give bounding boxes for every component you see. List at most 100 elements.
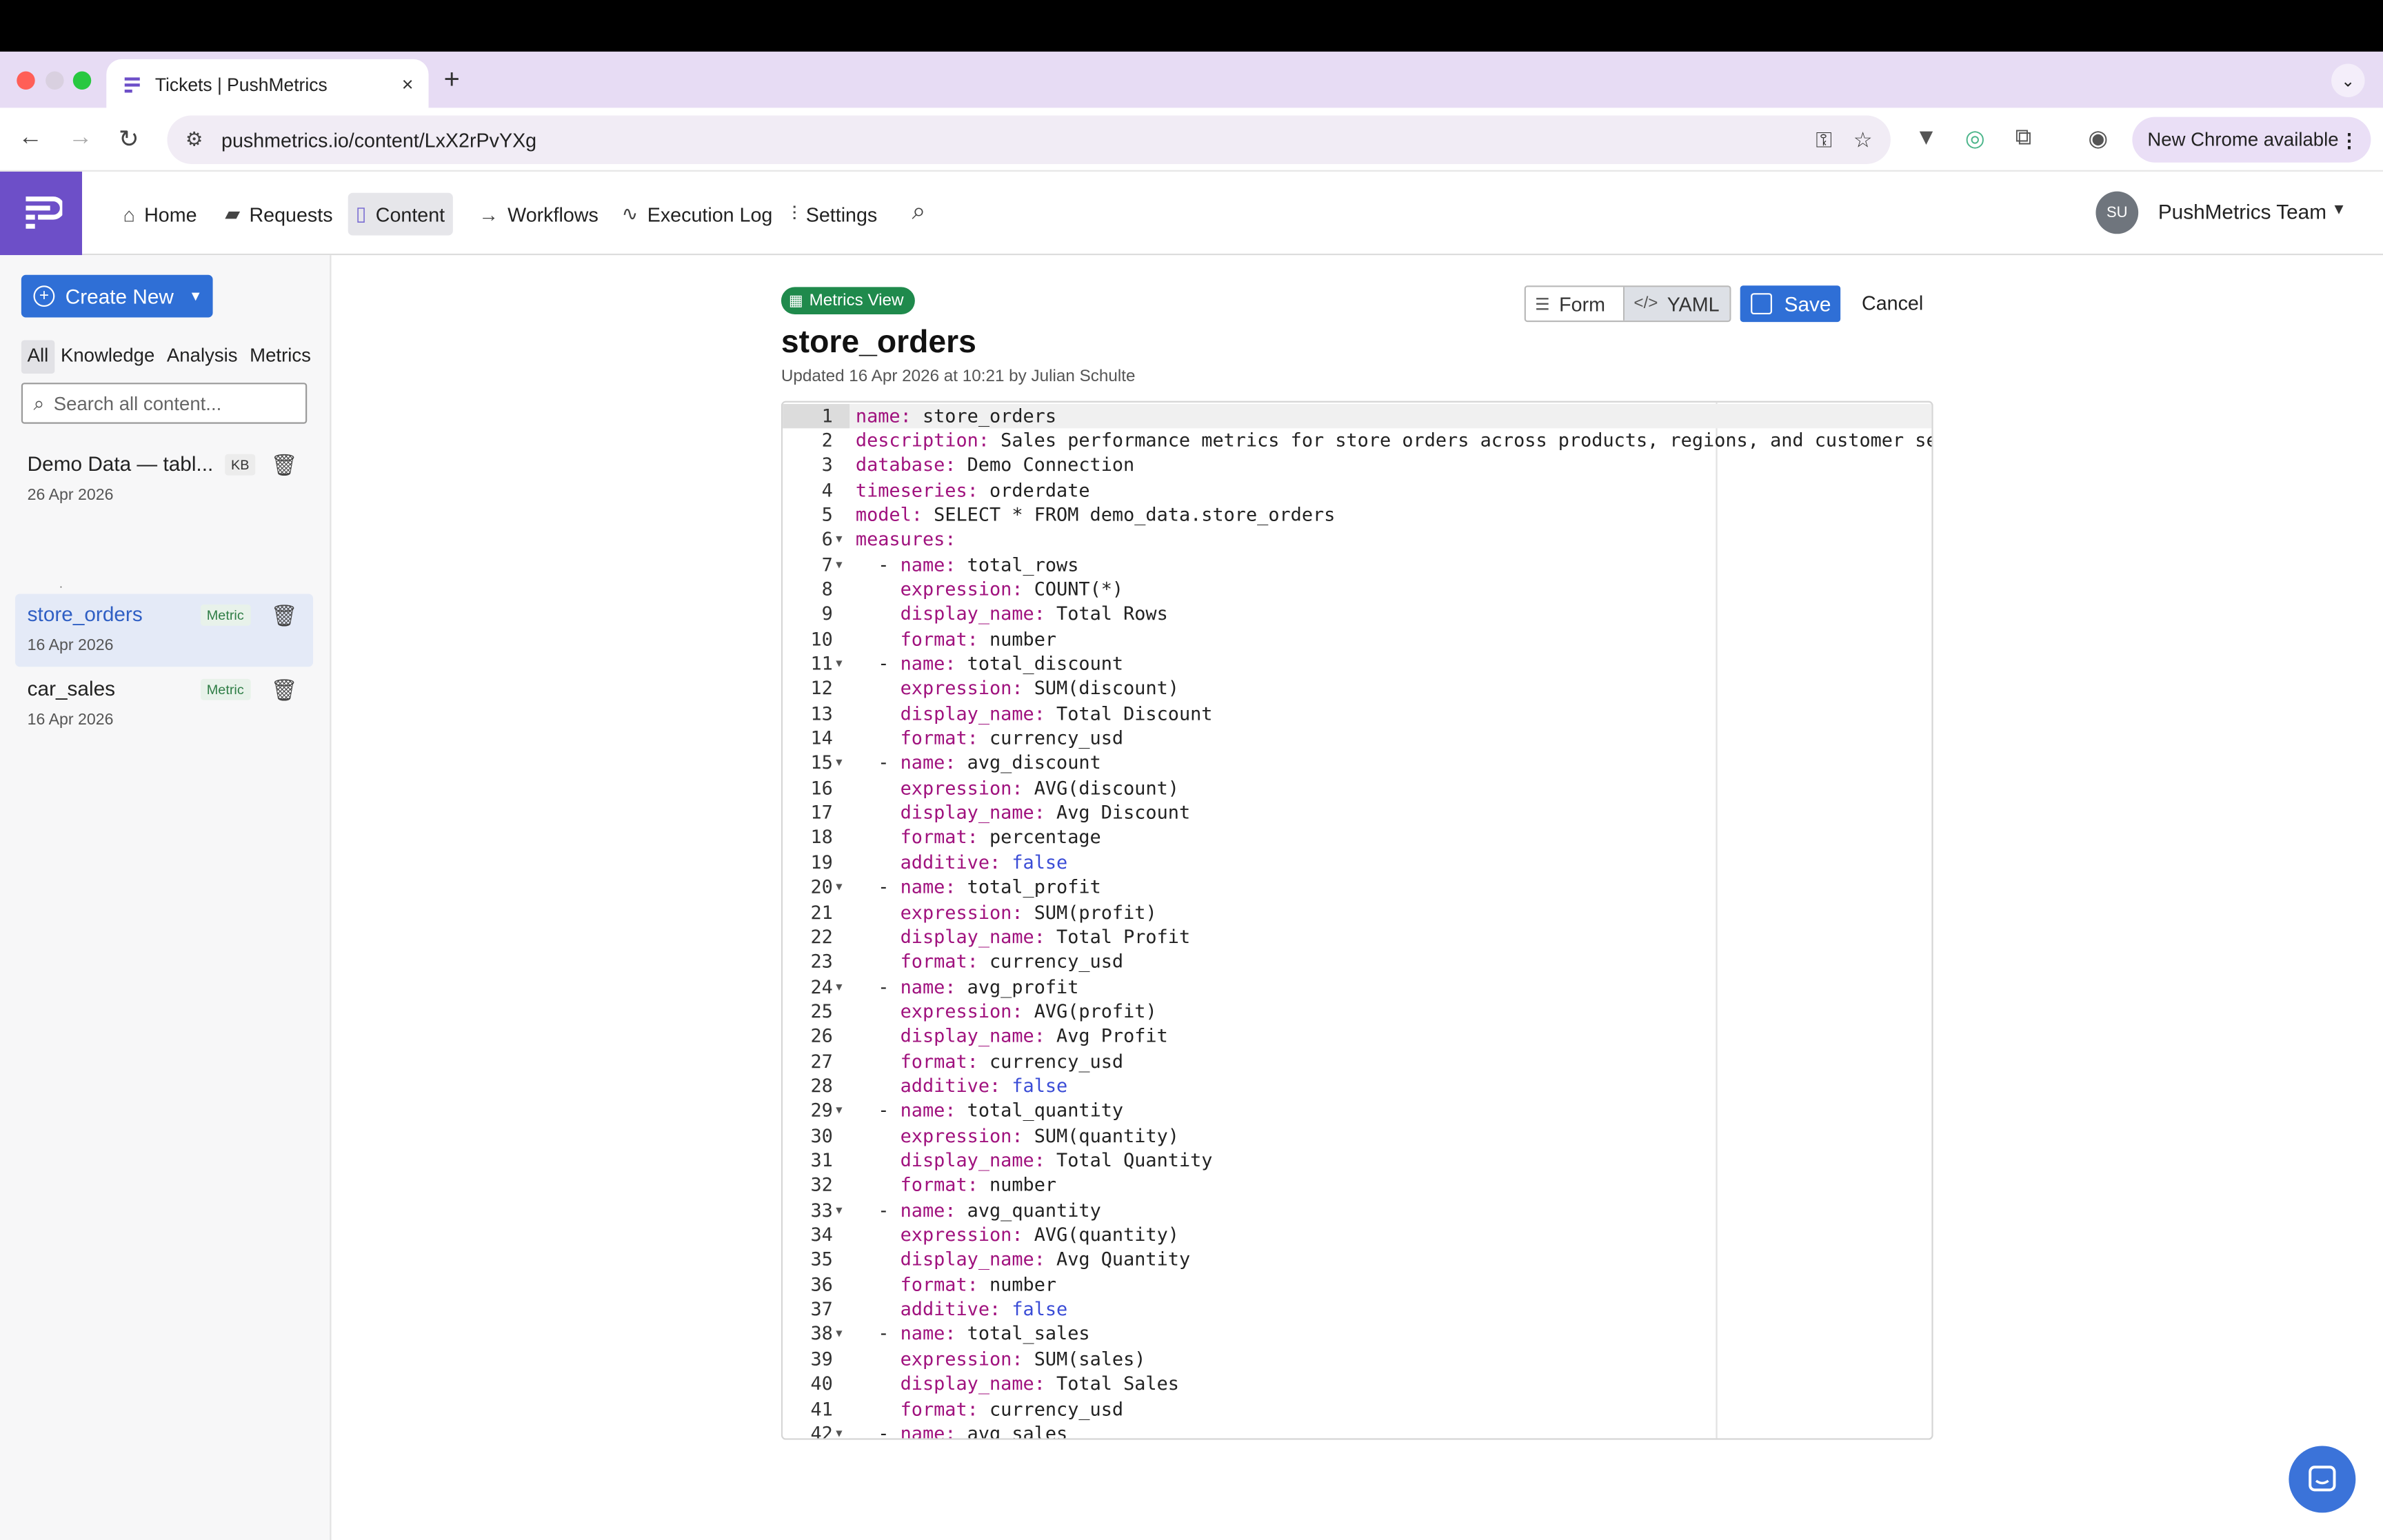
team-name[interactable]: PushMetrics Team: [2158, 201, 2326, 223]
tab-close-icon[interactable]: ×: [402, 73, 414, 96]
code-line[interactable]: 2 description: Sales performance metrics …: [783, 428, 1932, 453]
support-chat-button[interactable]: [2289, 1446, 2356, 1513]
code-line[interactable]: 33 ▼ - name: avg_quantity: [783, 1198, 1931, 1223]
filter-all[interactable]: All: [21, 340, 55, 374]
code-line[interactable]: 5 model: SELECT * FROM demo_data.store_or…: [783, 503, 1931, 527]
code-line[interactable]: 29 ▼ - name: total_quantity: [783, 1099, 1931, 1124]
browser-tab[interactable]: Tickets | PushMetrics ×: [106, 59, 429, 110]
code-line[interactable]: 18 format: percentage: [783, 825, 1931, 850]
back-arrow-icon[interactable]: ←: [18, 125, 42, 152]
pushmetrics-logo[interactable]: [0, 171, 83, 256]
nav-execution-log[interactable]: ∿ Execution Log: [614, 193, 780, 236]
tab-search-chevron-icon[interactable]: ⌄: [2331, 63, 2365, 98]
save-button[interactable]: Save: [1740, 285, 1841, 323]
extension-color-icon[interactable]: ◎: [1965, 125, 1985, 152]
yaml-view-button[interactable]: </> YAML: [1625, 287, 1730, 321]
extensions-puzzle-icon[interactable]: ⧉: [2015, 125, 2032, 150]
filter-metrics[interactable]: Metrics: [243, 341, 316, 374]
create-new-button[interactable]: + Create New ▼: [21, 274, 213, 318]
filter-analysis[interactable]: Analysis: [161, 341, 243, 374]
fold-toggle-icon[interactable]: ▼: [836, 651, 842, 676]
content-search-input[interactable]: ⌕ Search all content...: [21, 383, 308, 424]
code-line[interactable]: 40 display_name: Total Sales: [783, 1372, 1931, 1397]
nav-workflows[interactable]: → Workflows: [471, 193, 606, 236]
code-line[interactable]: 32 format: number: [783, 1173, 1931, 1198]
code-line[interactable]: 6 ▼ measures:: [783, 527, 1931, 552]
code-line[interactable]: 14 format: currency_usd: [783, 726, 1931, 751]
code-line[interactable]: 16 expression: AVG(discount): [783, 776, 1931, 800]
window-minimize-button[interactable]: [46, 71, 64, 90]
password-key-icon[interactable]: ⚿: [1816, 127, 1831, 152]
code-line[interactable]: 13 display_name: Total Discount: [783, 701, 1931, 726]
bookmark-star-icon[interactable]: ☆: [1853, 127, 1873, 152]
code-line[interactable]: 7 ▼ - name: total_rows: [783, 552, 1931, 577]
code-line[interactable]: 12 expression: SUM(discount): [783, 676, 1931, 701]
code-line[interactable]: 21 expression: SUM(profit): [783, 900, 1931, 924]
chrome-update-button[interactable]: New Chrome available ⋮: [2132, 116, 2371, 163]
window-close-button[interactable]: [17, 71, 35, 90]
nav-requests[interactable]: ▰ Requests: [217, 193, 340, 236]
window-zoom-button[interactable]: [72, 71, 92, 90]
code-line[interactable]: 30 expression: SUM(quantity): [783, 1124, 1931, 1148]
code-line[interactable]: 41 format: currency_usd: [783, 1397, 1931, 1421]
fold-toggle-icon[interactable]: ▼: [836, 552, 842, 577]
fold-toggle-icon[interactable]: ▼: [836, 1322, 842, 1347]
code-line[interactable]: 8 expression: COUNT(*): [783, 577, 1931, 602]
code-line[interactable]: 23 format: currency_usd: [783, 949, 1931, 974]
code-line[interactable]: 24 ▼ - name: avg_profit: [783, 974, 1931, 999]
trash-icon[interactable]: 🗑: [270, 603, 297, 629]
address-bar[interactable]: ⚙ pushmetrics.io/content/LxX2rPvYXg ⚿ ☆: [167, 115, 1891, 164]
code-line[interactable]: 28 additive: false: [783, 1074, 1931, 1099]
extension-v-icon[interactable]: ▼: [1915, 125, 1938, 150]
code-line[interactable]: 27 format: currency_usd: [783, 1049, 1931, 1074]
fold-toggle-icon[interactable]: ▼: [836, 974, 842, 999]
content-item-store-orders[interactable]: store_orders Metric 🗑 16 Apr 2026: [15, 594, 314, 667]
filter-knowledge[interactable]: Knowledge: [54, 341, 161, 374]
code-line[interactable]: 20 ▼ - name: total_profit: [783, 875, 1931, 900]
nav-content[interactable]: ▯ Content: [348, 192, 453, 236]
code-line[interactable]: 19 additive: false: [783, 850, 1931, 875]
forward-arrow-icon[interactable]: →: [68, 125, 92, 152]
fold-toggle-icon[interactable]: ▼: [836, 751, 842, 776]
new-tab-button[interactable]: +: [444, 64, 460, 96]
profile-icon[interactable]: ◉: [2088, 125, 2108, 152]
code-line[interactable]: 15 ▼ - name: avg_discount: [783, 751, 1931, 776]
fold-toggle-icon[interactable]: ▼: [836, 875, 842, 900]
code-line[interactable]: 4 timeseries: orderdate: [783, 478, 1931, 503]
code-line[interactable]: 25 expression: AVG(profit): [783, 999, 1931, 1024]
code-line[interactable]: 9 display_name: Total Rows: [783, 602, 1931, 627]
cancel-button[interactable]: Cancel: [1862, 292, 1923, 314]
code-line[interactable]: 31 display_name: Total Quantity: [783, 1148, 1931, 1173]
chrome-menu-icon[interactable]: ⋮: [2340, 128, 2359, 151]
code-line[interactable]: 10 format: number: [783, 627, 1931, 651]
code-line[interactable]: 42 ▼ - name: avg_sales: [783, 1421, 1931, 1439]
nav-settings[interactable]: ⫶ Settings: [784, 193, 885, 236]
code-line[interactable]: 36 format: number: [783, 1273, 1931, 1297]
site-settings-icon[interactable]: ⚙: [185, 128, 203, 152]
nav-home[interactable]: ⌂ Home: [116, 193, 205, 236]
content-item-car-sales[interactable]: car_sales Metric 🗑 16 Apr 2026: [15, 668, 313, 741]
trash-icon[interactable]: 🗑: [270, 453, 297, 478]
fold-toggle-icon[interactable]: ▼: [836, 1099, 842, 1124]
code-line[interactable]: 38 ▼ - name: total_sales: [783, 1322, 1931, 1347]
yaml-code-editor[interactable]: 1 name: store_orders 2 description: Sales p…: [781, 401, 1933, 1440]
code-line[interactable]: 3 database: Demo Connection: [783, 453, 1931, 478]
fold-toggle-icon[interactable]: ▼: [836, 1198, 842, 1223]
code-line[interactable]: 37 additive: false: [783, 1297, 1931, 1322]
code-line[interactable]: 35 display_name: Avg Quantity: [783, 1248, 1931, 1273]
avatar[interactable]: SU: [2095, 191, 2139, 234]
code-line[interactable]: 1 name: store_orders: [783, 403, 1932, 428]
code-line[interactable]: 26 display_name: Avg Profit: [783, 1024, 1931, 1049]
code-line[interactable]: 39 expression: SUM(sales): [783, 1347, 1931, 1372]
fold-toggle-icon[interactable]: ▼: [836, 1421, 842, 1439]
fold-toggle-icon[interactable]: ▼: [836, 527, 842, 552]
form-view-button[interactable]: ☰ Form: [1525, 287, 1625, 321]
search-icon[interactable]: ⌕: [912, 199, 925, 227]
code-line[interactable]: 22 display_name: Total Profit: [783, 924, 1931, 949]
content-item-demo-data[interactable]: Demo Data — tabl... KB 🗑 26 Apr 2026: [15, 443, 313, 516]
url-text[interactable]: pushmetrics.io/content/LxX2rPvYXg: [221, 128, 1795, 151]
trash-icon[interactable]: 🗑: [270, 678, 297, 703]
code-line[interactable]: 11 ▼ - name: total_discount: [783, 651, 1931, 676]
code-line[interactable]: 17 display_name: Avg Discount: [783, 800, 1931, 825]
chevron-down-icon[interactable]: ▼: [2331, 202, 2346, 219]
